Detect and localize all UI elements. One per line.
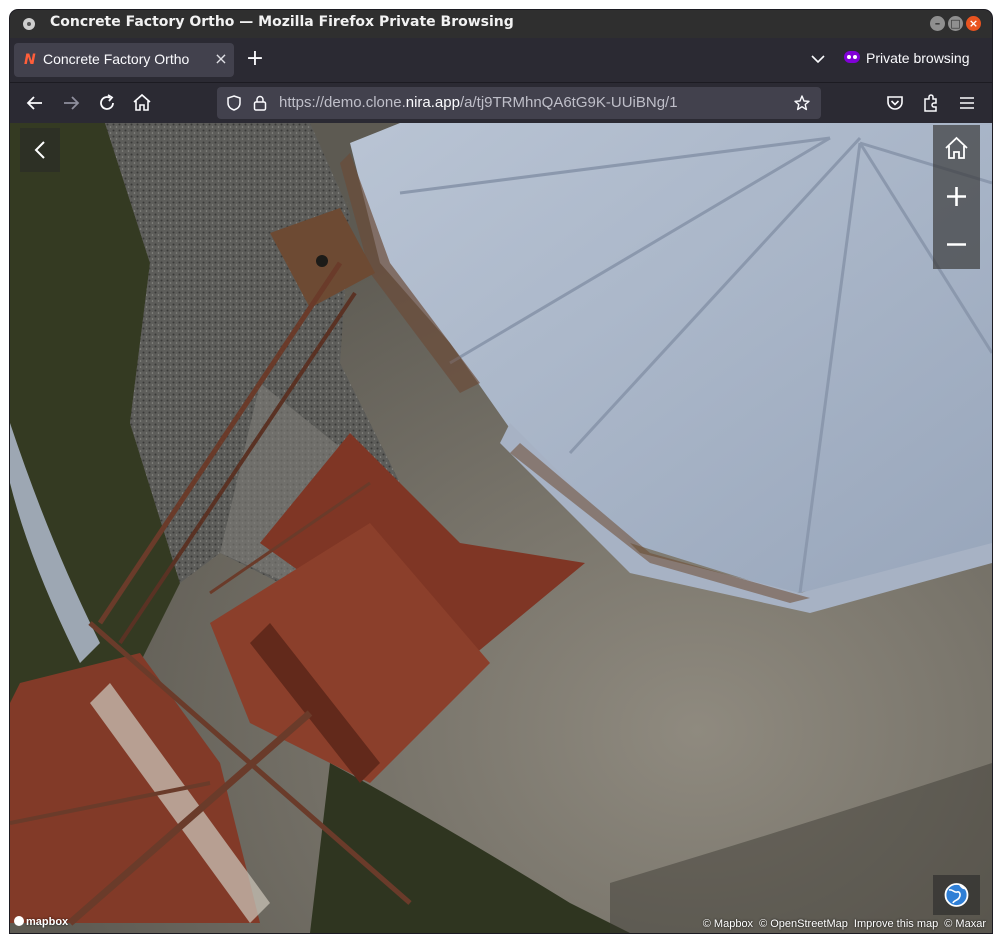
pocket-button[interactable] (883, 91, 907, 115)
map-controls (933, 125, 980, 269)
private-mask-icon (844, 51, 860, 64)
private-browsing-label: Private browsing (866, 50, 970, 66)
ortho-aerial-image[interactable] (10, 123, 992, 933)
list-all-tabs-chevron-down-icon[interactable] (809, 50, 827, 68)
zoom-in-button[interactable] (933, 173, 980, 220)
hamburger-menu-icon (960, 97, 974, 109)
browser-window: Concrete Factory Ortho — Mozilla Firefox… (10, 10, 992, 933)
back-to-project-button[interactable] (20, 128, 60, 172)
nav-bar: https://demo.clone.nira.app/a/tj9TRMhnQA… (10, 82, 992, 123)
attribution-maxar-link[interactable]: © Maxar (944, 918, 986, 930)
url-host: nira.app (405, 94, 460, 111)
extensions-button[interactable] (919, 91, 943, 115)
pocket-icon (887, 96, 903, 110)
url-prefix: https://demo.clone. (279, 94, 406, 111)
home-button[interactable] (130, 91, 154, 115)
app-menu-icon[interactable] (23, 18, 35, 30)
improve-this-map-link[interactable]: Improve this map (854, 918, 938, 930)
attribution-osm-link[interactable]: © OpenStreetMap (759, 918, 848, 930)
back-button[interactable] (23, 91, 47, 115)
tab-concrete-factory-ortho[interactable]: N Concrete Factory Ortho × (14, 43, 234, 77)
close-tab-icon[interactable]: × (211, 49, 231, 69)
arrow-right-icon (64, 96, 80, 110)
mapbox-logo-text: mapbox (26, 916, 69, 928)
globe-icon (944, 883, 969, 907)
close-window-button[interactable]: × (966, 16, 981, 31)
minus-icon (947, 243, 966, 246)
title-bar: Concrete Factory Ortho — Mozilla Firefox… (10, 10, 992, 38)
map-attribution: © Mapbox © OpenStreetMap Improve this map ©… (697, 918, 986, 930)
bookmark-star-icon[interactable] (793, 94, 811, 112)
plus-icon (947, 187, 966, 206)
puzzle-icon (924, 94, 937, 112)
maximize-button[interactable]: □ (948, 16, 963, 31)
url-text[interactable]: https://demo.clone.nira.app/a/tj9TRMhnQA… (279, 94, 678, 111)
home-icon (133, 93, 151, 111)
mapbox-logo[interactable]: mapbox (14, 916, 68, 928)
minimize-button[interactable]: – (930, 16, 945, 31)
tab-label: Concrete Factory Ortho (43, 51, 190, 67)
new-tab-button[interactable]: + (244, 48, 266, 71)
url-path: /a/tj9TRMhnQA6tG9K-UUiBNg/1 (459, 94, 678, 111)
arrow-left-icon (26, 96, 42, 110)
forward-button[interactable] (59, 91, 83, 115)
attribution-mapbox-link[interactable]: © Mapbox (703, 918, 753, 930)
private-browsing-indicator: Private browsing (844, 50, 970, 70)
mapbox-logo-icon (14, 916, 24, 927)
nira-logo-icon: N (24, 52, 36, 68)
window-title: Concrete Factory Ortho — Mozilla Firefox… (50, 14, 514, 30)
lock-icon[interactable] (251, 94, 269, 112)
reload-button[interactable] (95, 91, 119, 115)
zoom-out-button[interactable] (933, 221, 980, 268)
chevron-left-icon (34, 141, 45, 159)
url-bar[interactable]: https://demo.clone.nira.app/a/tj9TRMhnQA… (217, 87, 821, 119)
reload-icon (100, 94, 114, 110)
tracking-protection-shield-icon[interactable] (225, 94, 243, 112)
globe-map-toggle-button[interactable] (933, 875, 980, 915)
home-icon (945, 136, 968, 159)
ortho-map-viewport[interactable]: mapbox © Mapbox © OpenStreetMap Improve th… (10, 123, 992, 933)
reset-view-home-button[interactable] (933, 125, 980, 172)
tab-strip: N Concrete Factory Ortho × + Private bro… (10, 38, 992, 82)
app-menu-button[interactable] (955, 91, 979, 115)
